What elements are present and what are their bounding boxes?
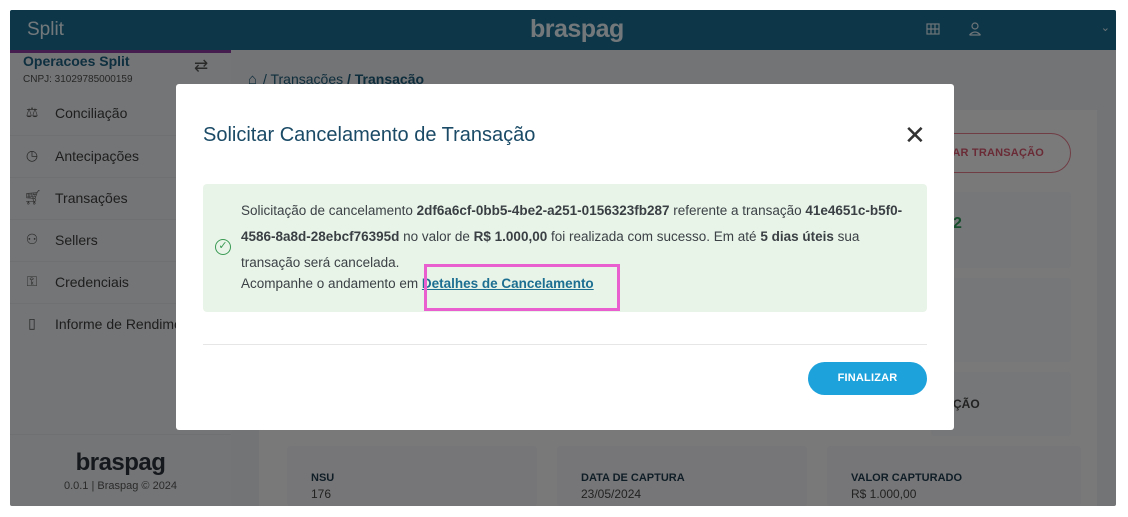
app-window: Split braspag ⌄ Operacoes Split CNPJ: 31…	[10, 10, 1116, 506]
close-icon[interactable]: ✕	[904, 122, 926, 148]
modal-divider	[203, 344, 927, 345]
modal-title: Solicitar Cancelamento de Transação	[203, 124, 536, 146]
finalize-button[interactable]: FINALIZAR	[808, 362, 927, 395]
amount: R$ 1.000,00	[473, 229, 548, 244]
request-id: 2df6a6cf-0bb5-4be2-a251-0156323fb287	[416, 203, 670, 218]
deadline: 5 dias úteis	[760, 229, 834, 244]
cancel-transaction-modal: Solicitar Cancelamento de Transação ✕ ✓ …	[176, 84, 954, 430]
check-circle-icon: ✓	[215, 239, 231, 255]
highlight-box	[424, 264, 620, 311]
